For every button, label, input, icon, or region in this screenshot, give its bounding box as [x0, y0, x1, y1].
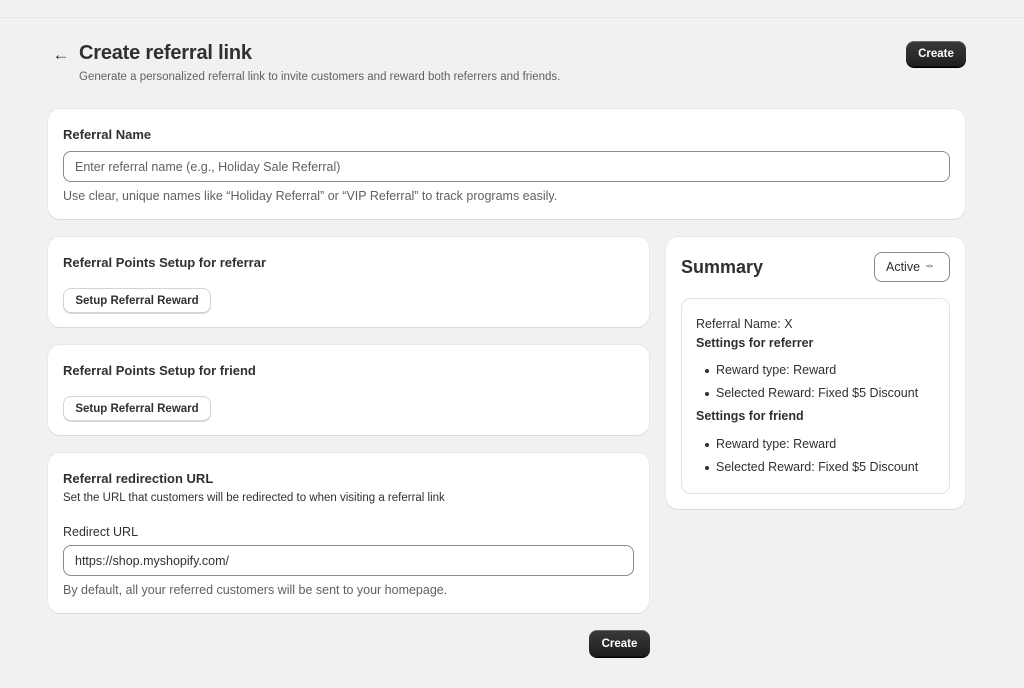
status-select[interactable]: Active ︿ ﹀	[874, 252, 950, 282]
referrer-setup-card: Referral Points Setup for referrar Setup…	[48, 237, 649, 327]
page-title: Create referral link	[79, 42, 252, 64]
create-button-top[interactable]: Create	[906, 41, 966, 67]
summary-details: Referral Name: X Settings for referrer R…	[681, 298, 950, 494]
summary-title: Summary	[681, 257, 764, 277]
list-item: Selected Reward: Fixed $5 Discount	[704, 460, 919, 474]
redirect-url-input[interactable]	[63, 545, 634, 576]
arrow-left-icon[interactable]: ←	[52, 44, 70, 66]
redirection-title: Referral redirection URL	[63, 471, 214, 486]
create-button-bottom[interactable]: Create	[589, 630, 650, 657]
redirect-url-help: By default, all your referred customers …	[63, 583, 448, 597]
page-header: ← Create referral link Generate a person…	[52, 41, 966, 86]
setup-referrer-reward-button[interactable]: Setup Referral Reward	[63, 288, 211, 313]
redirect-url-label: Redirect URL	[63, 525, 139, 539]
referral-name-label: Referral Name	[63, 127, 152, 142]
referral-name-help: Use clear, unique names like “Holiday Re…	[63, 189, 558, 203]
summary-friend-heading: Settings for friend	[696, 409, 804, 423]
friend-setup-title: Referral Points Setup for friend	[63, 363, 256, 378]
summary-referrer-heading: Settings for referrer	[696, 336, 814, 350]
referral-name-input[interactable]	[63, 151, 950, 182]
chevron-up-down-icon: ︿ ﹀	[926, 261, 934, 273]
list-item: Selected Reward: Fixed $5 Discount	[704, 386, 919, 400]
summary-referral-name: Referral Name: X	[696, 317, 793, 331]
list-item: Reward type: Reward	[704, 363, 837, 377]
redirection-description: Set the URL that customers will be redir…	[63, 492, 445, 504]
summary-card: Summary Active ︿ ﹀ Referral Name: X Setti…	[666, 237, 965, 509]
referral-name-card: Referral Name Use clear, unique names li…	[48, 109, 965, 219]
friend-setup-card: Referral Points Setup for friend Setup R…	[48, 345, 649, 435]
page-subtitle: Generate a personalized referral link to…	[79, 71, 561, 83]
top-divider	[0, 17, 1024, 18]
referrer-setup-title: Referral Points Setup for referrar	[63, 255, 267, 270]
setup-friend-reward-button[interactable]: Setup Referral Reward	[63, 396, 211, 421]
status-value: Active	[886, 260, 921, 274]
redirection-url-card: Referral redirection URL Set the URL tha…	[48, 453, 649, 613]
list-item: Reward type: Reward	[704, 437, 837, 451]
